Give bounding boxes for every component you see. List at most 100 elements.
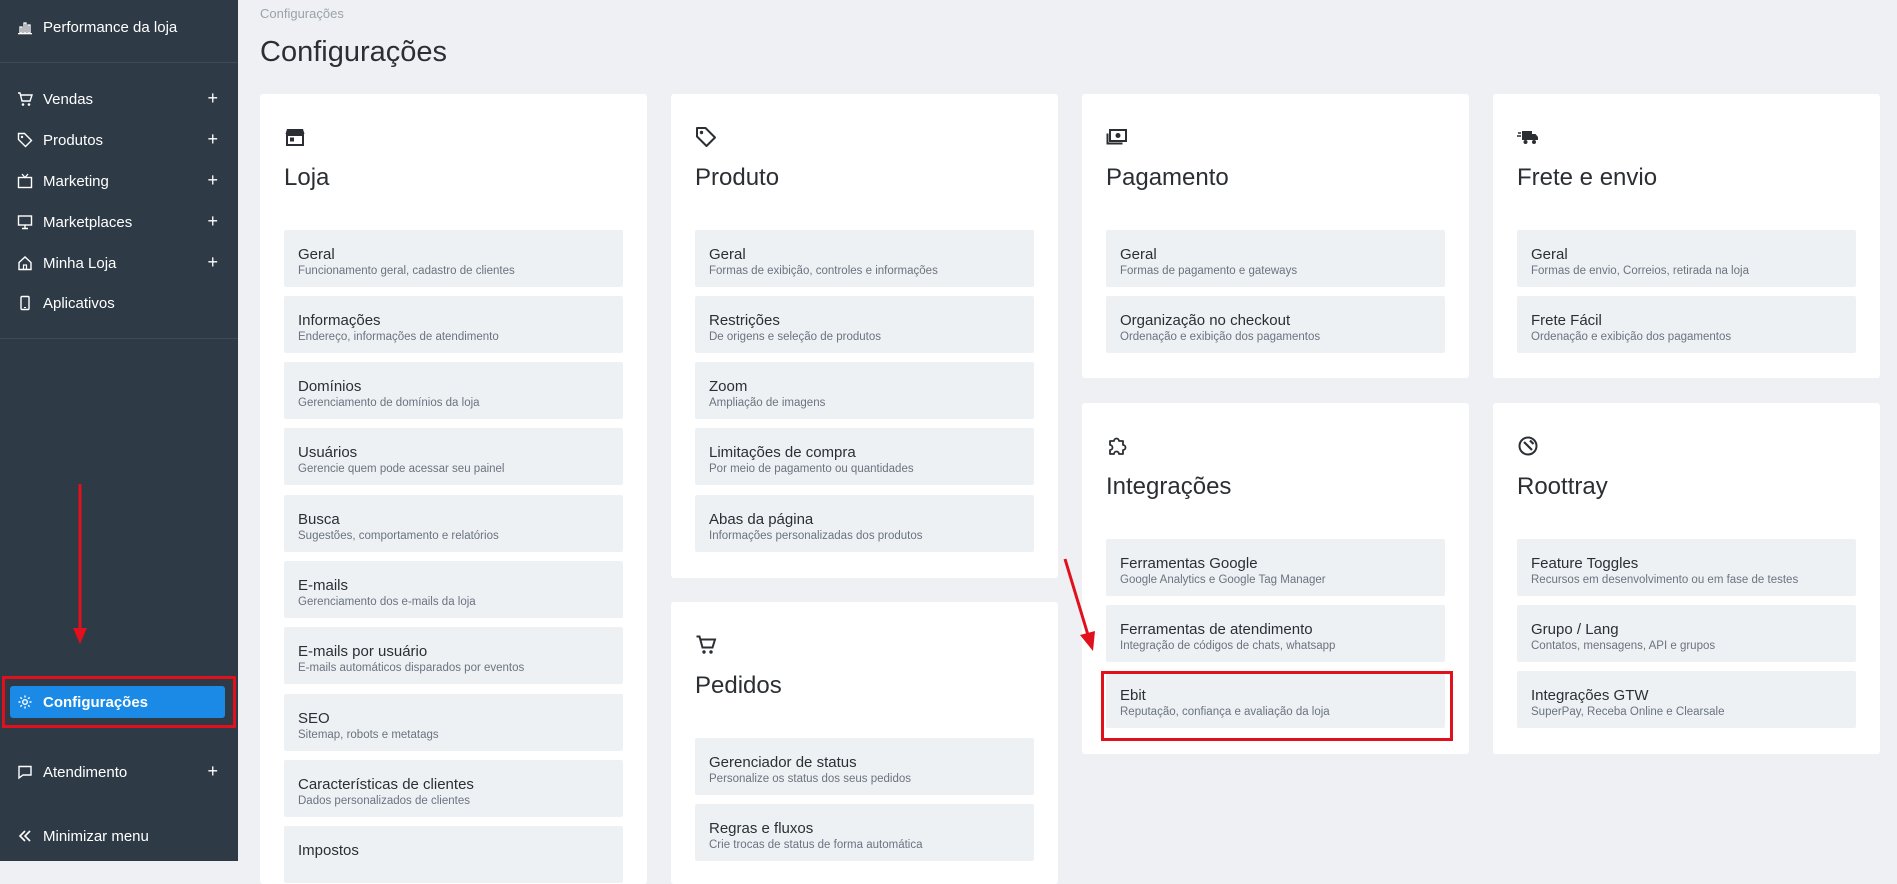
settings-item-ferramentas-atendimento[interactable]: Ferramentas de atendimento Integração de… bbox=[1106, 605, 1445, 662]
settings-item-integracoes-gtw[interactable]: Integrações GTW SuperPay, Receba Online … bbox=[1517, 671, 1856, 728]
settings-item-caracteristicas-clientes[interactable]: Características de clientes Dados person… bbox=[284, 760, 623, 817]
item-description: Gerenciamento de domínios da loja bbox=[298, 397, 480, 409]
sidebar-item-performance[interactable]: Performance da loja bbox=[0, 7, 238, 47]
item-title: Impostos bbox=[298, 842, 359, 859]
expand-icon[interactable]: + bbox=[207, 761, 218, 781]
settings-item-restricoes[interactable]: Restrições De origens e seleção de produ… bbox=[695, 296, 1034, 353]
sidebar-item-configuracoes[interactable]: Configurações bbox=[10, 686, 225, 718]
settings-item-limitacoes-compra[interactable]: Limitações de compra Por meio de pagamen… bbox=[695, 428, 1034, 485]
settings-item-frete-geral[interactable]: Geral Formas de envio, Correios, retirad… bbox=[1517, 230, 1856, 287]
sidebar-item-atendimento[interactable]: Atendimento + bbox=[0, 752, 238, 792]
sidebar-item-label: Marketplaces bbox=[43, 213, 133, 231]
item-description: E-mails automáticos disparados por event… bbox=[298, 662, 525, 674]
minimize-menu-button[interactable]: Minimizar menu bbox=[0, 816, 238, 856]
item-description: Google Analytics e Google Tag Manager bbox=[1120, 574, 1326, 586]
card-frete-envio: Frete e envio Geral Formas de envio, Cor… bbox=[1493, 94, 1880, 378]
truck-icon bbox=[1517, 126, 1539, 148]
card-title: Roottray bbox=[1517, 473, 1608, 500]
double-chevron-left-icon bbox=[17, 828, 33, 844]
item-description: Sitemap, robots e metatags bbox=[298, 729, 439, 741]
sidebar-item-aplicativos[interactable]: Aplicativos bbox=[0, 283, 238, 323]
settings-item-ferramentas-google[interactable]: Ferramentas Google Google Analytics e Go… bbox=[1106, 539, 1445, 596]
home-icon bbox=[17, 255, 33, 271]
card-roottray: Roottray Feature Toggles Recursos em des… bbox=[1493, 403, 1880, 754]
item-description: Integração de códigos de chats, whatsapp bbox=[1120, 640, 1336, 652]
item-title: Geral bbox=[298, 246, 335, 263]
item-description: Crie trocas de status de forma automátic… bbox=[709, 839, 923, 851]
settings-item-organizacao-checkout[interactable]: Organização no checkout Ordenação e exib… bbox=[1106, 296, 1445, 353]
sidebar-item-label: Performance da loja bbox=[43, 18, 178, 36]
sidebar-item-label: Vendas bbox=[43, 90, 94, 108]
cart-icon bbox=[17, 91, 33, 107]
item-title: Regras e fluxos bbox=[709, 820, 814, 837]
settings-item-usuarios[interactable]: Usuários Gerencie quem pode acessar seu … bbox=[284, 428, 623, 485]
settings-item-impostos[interactable]: Impostos bbox=[284, 826, 623, 883]
settings-item-produto-geral[interactable]: Geral Formas de exibição, controles e in… bbox=[695, 230, 1034, 287]
expand-icon[interactable]: + bbox=[207, 170, 218, 190]
sidebar-item-vendas[interactable]: Vendas + bbox=[0, 79, 238, 119]
settings-item-abas-pagina[interactable]: Abas da página Informações personalizada… bbox=[695, 495, 1034, 552]
settings-item-dominios[interactable]: Domínios Gerenciamento de domínios da lo… bbox=[284, 362, 623, 419]
item-description: Personalize os status dos seus pedidos bbox=[709, 773, 912, 785]
card-title: Produto bbox=[695, 164, 780, 191]
item-description: Formas de pagamento e gateways bbox=[1120, 265, 1298, 277]
settings-item-emails-por-usuario[interactable]: E-mails por usuário E-mails automáticos … bbox=[284, 627, 623, 684]
tag-icon bbox=[17, 132, 33, 148]
item-description: Informações personalizadas dos produtos bbox=[709, 530, 923, 542]
chat-icon bbox=[17, 764, 33, 780]
item-title: Grupo / Lang bbox=[1531, 621, 1619, 638]
card-title: Frete e envio bbox=[1517, 164, 1658, 191]
settings-item-gerenciador-status[interactable]: Gerenciador de status Personalize os sta… bbox=[695, 738, 1034, 795]
item-title: Geral bbox=[1120, 246, 1157, 263]
settings-item-seo[interactable]: SEO Sitemap, robots e metatags bbox=[284, 694, 623, 751]
tv-icon bbox=[17, 173, 33, 189]
sidebar-item-minha-loja[interactable]: Minha Loja + bbox=[0, 243, 238, 283]
settings-item-loja-geral[interactable]: Geral Funcionamento geral, cadastro de c… bbox=[284, 230, 623, 287]
breadcrumb[interactable]: Configurações bbox=[260, 6, 344, 21]
settings-item-grupo-lang[interactable]: Grupo / Lang Contatos, mensagens, API e … bbox=[1517, 605, 1856, 662]
expand-icon[interactable]: + bbox=[207, 211, 218, 231]
item-title: Ferramentas Google bbox=[1120, 555, 1258, 572]
settings-item-feature-toggles[interactable]: Feature Toggles Recursos em desenvolvime… bbox=[1517, 539, 1856, 596]
card-title: Pedidos bbox=[695, 672, 782, 699]
expand-icon[interactable]: + bbox=[207, 129, 218, 149]
item-title: Ebit bbox=[1120, 687, 1146, 704]
settings-item-pagamento-geral[interactable]: Geral Formas de pagamento e gateways bbox=[1106, 230, 1445, 287]
monitor-icon bbox=[17, 214, 33, 230]
item-title: Informações bbox=[298, 312, 381, 329]
item-title: Usuários bbox=[298, 444, 358, 461]
sidebar-item-label: Minha Loja bbox=[43, 254, 117, 272]
settings-item-ebit[interactable]: Ebit Reputação, confiança e avaliação da… bbox=[1106, 671, 1445, 728]
puzzle-icon bbox=[1106, 435, 1128, 457]
sidebar-item-marketing[interactable]: Marketing + bbox=[0, 161, 238, 201]
card-pedidos: Pedidos Gerenciador de status Personaliz… bbox=[671, 602, 1058, 884]
item-title: Geral bbox=[1531, 246, 1568, 263]
sidebar: Performance da loja Vendas + Produtos + … bbox=[0, 0, 238, 861]
item-description: Funcionamento geral, cadastro de cliente… bbox=[298, 265, 515, 277]
settings-item-informacoes[interactable]: Informações Endereço, informações de ate… bbox=[284, 296, 623, 353]
sidebar-item-marketplaces[interactable]: Marketplaces + bbox=[0, 202, 238, 242]
sidebar-item-produtos[interactable]: Produtos + bbox=[0, 120, 238, 160]
item-title: Integrações GTW bbox=[1531, 687, 1649, 704]
sidebar-item-label: Minimizar menu bbox=[43, 827, 149, 845]
settings-item-emails[interactable]: E-mails Gerenciamento dos e-mails da loj… bbox=[284, 561, 623, 618]
item-description: Dados personalizados de clientes bbox=[298, 795, 470, 807]
settings-item-zoom[interactable]: Zoom Ampliação de imagens bbox=[695, 362, 1034, 419]
item-title: Restrições bbox=[709, 312, 780, 329]
money-icon bbox=[1106, 126, 1128, 148]
settings-item-regras-fluxos[interactable]: Regras e fluxos Crie trocas de status de… bbox=[695, 804, 1034, 861]
item-title: Domínios bbox=[298, 378, 362, 395]
sidebar-item-label: Marketing bbox=[43, 172, 109, 190]
expand-icon[interactable]: + bbox=[207, 252, 218, 272]
bar-chart-icon bbox=[17, 19, 33, 35]
expand-icon[interactable]: + bbox=[207, 88, 218, 108]
settings-item-frete-facil[interactable]: Frete Fácil Ordenação e exibição dos pag… bbox=[1517, 296, 1856, 353]
gear-icon bbox=[17, 694, 33, 710]
settings-item-busca[interactable]: Busca Sugestões, comportamento e relatór… bbox=[284, 495, 623, 552]
card-title: Integrações bbox=[1106, 473, 1232, 500]
item-description: Ampliação de imagens bbox=[709, 397, 826, 409]
card-pagamento: Pagamento Geral Formas de pagamento e ga… bbox=[1082, 94, 1469, 378]
item-title: Abas da página bbox=[709, 511, 814, 528]
sidebar-item-label: Atendimento bbox=[43, 763, 128, 781]
item-description: Endereço, informações de atendimento bbox=[298, 331, 499, 343]
